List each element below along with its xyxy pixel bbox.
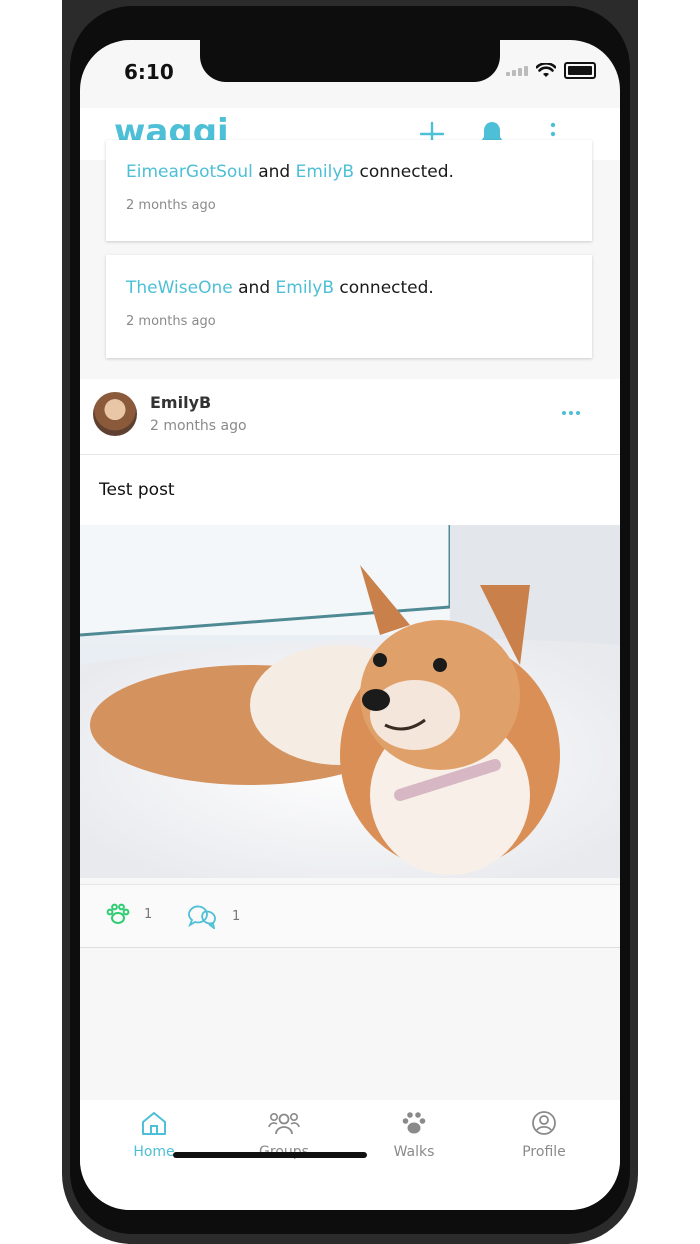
page-margin-left bbox=[0, 0, 62, 1244]
tab-profile-label: Profile bbox=[522, 1144, 566, 1160]
paw-icon bbox=[106, 903, 130, 924]
page-margin-right bbox=[638, 0, 700, 1244]
comments-icon bbox=[188, 905, 216, 929]
dog-photo-illustration bbox=[80, 525, 620, 878]
timestamp: 2 months ago bbox=[126, 198, 216, 213]
user-link[interactable]: EmilyB bbox=[276, 278, 334, 298]
post-actions-bar: 1 1 bbox=[80, 884, 620, 948]
tab-profile[interactable]: Profile bbox=[494, 1110, 594, 1160]
tab-walks-label: Walks bbox=[393, 1144, 435, 1160]
home-icon bbox=[142, 1112, 166, 1135]
post-card: EmilyB 2 months ago Test post bbox=[80, 379, 620, 878]
paw-icon bbox=[402, 1112, 426, 1134]
post-header: EmilyB 2 months ago bbox=[80, 379, 620, 455]
app-screen: 6:10 waggi EimearGotSoul and EmilyB conn… bbox=[80, 40, 620, 1210]
user-link[interactable]: TheWiseOne bbox=[126, 278, 233, 298]
connection-text: TheWiseOne and EmilyB connected. bbox=[126, 278, 434, 298]
action-text: connected. bbox=[359, 162, 454, 182]
connection-card[interactable]: EimearGotSoul and EmilyB connected. 2 mo… bbox=[106, 140, 592, 241]
post-author[interactable]: EmilyB bbox=[150, 393, 211, 412]
action-text: connected. bbox=[339, 278, 434, 298]
comment-button[interactable]: 1 bbox=[186, 903, 240, 929]
tab-walks[interactable]: Walks bbox=[364, 1110, 464, 1160]
profile-icon bbox=[532, 1111, 556, 1135]
groups-icon bbox=[268, 1112, 300, 1135]
post-timestamp: 2 months ago bbox=[150, 418, 247, 434]
avatar[interactable] bbox=[93, 392, 137, 436]
battery-icon bbox=[564, 62, 596, 79]
user-link[interactable]: EmilyB bbox=[296, 162, 354, 182]
post-options-button[interactable] bbox=[558, 403, 584, 423]
notch bbox=[200, 40, 500, 82]
like-count: 1 bbox=[144, 906, 153, 922]
post-text: Test post bbox=[99, 480, 175, 500]
connection-card[interactable]: TheWiseOne and EmilyB connected. 2 month… bbox=[106, 255, 592, 358]
connection-text: EimearGotSoul and EmilyB connected. bbox=[126, 162, 454, 182]
post-photo-dog[interactable] bbox=[80, 525, 620, 878]
status-icons bbox=[506, 62, 596, 79]
conjunction-text: and bbox=[258, 162, 291, 182]
wifi-icon bbox=[536, 62, 556, 77]
timestamp: 2 months ago bbox=[126, 314, 216, 329]
comment-count: 1 bbox=[232, 908, 241, 924]
home-indicator[interactable] bbox=[173, 1152, 367, 1158]
signal-icon bbox=[506, 65, 528, 76]
status-time: 6:10 bbox=[124, 60, 174, 84]
conjunction-text: and bbox=[238, 278, 271, 298]
user-link[interactable]: EimearGotSoul bbox=[126, 162, 253, 182]
like-button[interactable]: 1 bbox=[106, 903, 152, 925]
